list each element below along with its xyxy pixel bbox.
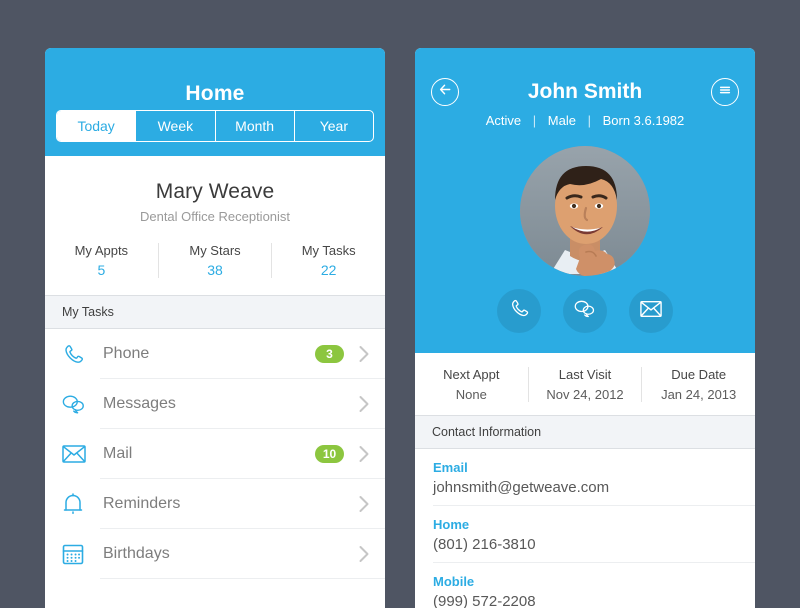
segment-week[interactable]: Week (135, 111, 214, 141)
contact-label: Mobile (433, 574, 475, 589)
menu-button[interactable] (711, 78, 739, 106)
stat-value: 38 (207, 262, 223, 278)
mail-icon (640, 300, 662, 323)
appt-label: Next Appt (443, 367, 500, 382)
stat-my-stars[interactable]: My Stars 38 (157, 243, 272, 278)
stat-my-tasks[interactable]: My Tasks 22 (271, 243, 385, 278)
segment-month[interactable]: Month (214, 111, 294, 141)
home-screen-panel: Home Today Week Month Year Mary Weave De… (45, 48, 385, 608)
hamburger-icon (718, 83, 732, 102)
stat-value: 5 (97, 262, 106, 278)
contact-row-mobile[interactable]: Mobile (999) 572-2208 (415, 563, 755, 608)
contact-information-header: Contact Information (415, 415, 755, 449)
task-row-mail[interactable]: Mail 10 (45, 429, 385, 479)
stat-my-appts[interactable]: My Appts 5 (45, 243, 158, 278)
last-visit-column: Last Visit Nov 24, 2012 (527, 367, 642, 402)
chat-bubbles-icon (574, 298, 596, 324)
message-button[interactable] (563, 289, 607, 333)
next-appt-column: Next Appt None (415, 367, 528, 402)
page-title: Home (185, 82, 245, 105)
task-label: Reminders (103, 495, 181, 512)
contact-row-home[interactable]: Home (801) 216-3810 (415, 506, 755, 563)
task-row-birthdays[interactable]: Birthdays (45, 529, 385, 579)
phone-icon (62, 343, 92, 366)
tasks-section-header: My Tasks (45, 295, 385, 329)
chevron-right-icon (358, 395, 371, 413)
segment-year[interactable]: Year (293, 111, 373, 141)
home-header: Home Today Week Month Year (45, 48, 385, 156)
patient-birth: Born 3.6.1982 (602, 113, 685, 128)
appt-value: None (455, 387, 487, 402)
patient-detail-panel: John Smith Active | Male | Born 3.6.1982 (415, 48, 755, 608)
patient-header: John Smith Active | Male | Born 3.6.1982 (415, 48, 755, 353)
arrow-left-icon (438, 82, 453, 102)
user-name: Mary Weave (155, 180, 275, 203)
stat-value: 22 (320, 262, 337, 278)
contact-label: Email (433, 460, 468, 475)
chat-bubbles-icon (62, 392, 92, 416)
task-label: Messages (103, 395, 176, 412)
contact-label: Home (433, 517, 470, 532)
phone-icon (509, 298, 530, 324)
task-label: Birthdays (103, 545, 170, 562)
chevron-right-icon (358, 345, 371, 363)
patient-name: John Smith (527, 80, 643, 103)
avatar (520, 146, 650, 276)
task-row-reminders[interactable]: Reminders (45, 479, 385, 529)
meta-separator: | (532, 113, 537, 128)
appt-value: Nov 24, 2012 (546, 387, 624, 402)
patient-gender: Male (547, 113, 576, 128)
contact-value: (999) 572-2208 (433, 593, 536, 608)
chevron-right-icon (358, 545, 371, 563)
back-button[interactable] (431, 78, 459, 106)
contact-list: Email johnsmith@getweave.com Home (801) … (415, 449, 755, 608)
due-date-column: Due Date Jan 24, 2013 (641, 367, 755, 402)
chevron-right-icon (358, 495, 371, 513)
task-badge: 3 (315, 345, 344, 363)
segment-today[interactable]: Today (57, 111, 136, 141)
patient-action-buttons (415, 289, 755, 333)
task-badge: 10 (315, 445, 344, 463)
patient-status: Active (485, 113, 522, 128)
task-label: Mail (103, 445, 133, 462)
period-segmented-control[interactable]: Today Week Month Year (56, 110, 374, 142)
bell-icon (62, 492, 92, 516)
contact-value: (801) 216-3810 (433, 536, 536, 553)
task-label: Phone (103, 345, 150, 362)
appt-label: Due Date (671, 367, 727, 382)
mail-icon (62, 444, 92, 464)
appointment-summary: Next Appt None Last Visit Nov 24, 2012 D… (415, 353, 755, 415)
meta-separator: | (587, 113, 591, 128)
task-list: Phone 3 Messages Mail 10 Reminders Birth… (45, 329, 385, 579)
task-row-messages[interactable]: Messages (45, 379, 385, 429)
appt-label: Last Visit (558, 367, 612, 382)
contact-row-email[interactable]: Email johnsmith@getweave.com (415, 449, 755, 506)
user-role: Dental Office Receptionist (139, 209, 291, 224)
call-button[interactable] (497, 289, 541, 333)
chevron-right-icon (358, 445, 371, 463)
calendar-icon (62, 543, 92, 565)
user-stats: My Appts 5 My Stars 38 My Tasks 22 (45, 243, 385, 295)
stat-label: My Appts (74, 243, 129, 258)
user-profile-summary: Mary Weave Dental Office Receptionist My… (45, 156, 385, 295)
stat-label: My Tasks (301, 243, 356, 258)
contact-value: johnsmith@getweave.com (433, 479, 610, 496)
appt-value: Jan 24, 2013 (661, 387, 737, 402)
stat-label: My Stars (189, 243, 241, 258)
email-button[interactable] (629, 289, 673, 333)
task-row-phone[interactable]: Phone 3 (45, 329, 385, 379)
patient-meta: Active | Male | Born 3.6.1982 (415, 113, 755, 128)
